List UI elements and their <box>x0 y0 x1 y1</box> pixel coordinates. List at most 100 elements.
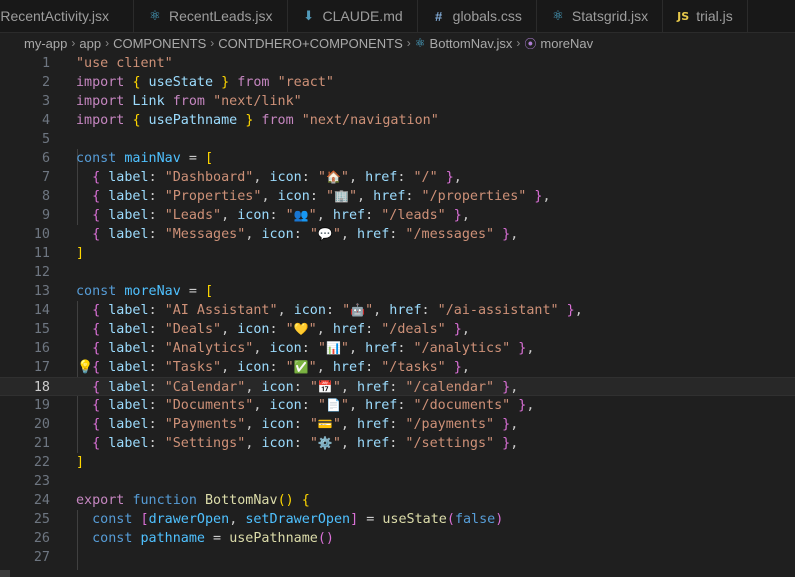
code-token: usePathname <box>140 113 246 128</box>
code-line[interactable]: 2 import { useState } from "react" <box>0 73 795 92</box>
line-number: 21 <box>33 436 50 451</box>
code-token: href <box>365 341 398 356</box>
code-token: = <box>205 531 230 546</box>
code-token: function <box>132 493 197 508</box>
code-text: { label: "Settings", icon: "⚙️", href: "… <box>76 434 518 453</box>
code-line[interactable]: 18 { label: "Calendar", icon: "📅", href:… <box>0 377 795 396</box>
code-line[interactable]: 1 "use client" <box>0 54 795 73</box>
breadcrumb-symbol[interactable]: moreNav <box>540 36 593 51</box>
code-token: , <box>245 436 262 451</box>
tab-recentleads-jsx[interactable]: ⚛ RecentLeads.jsx <box>134 0 288 32</box>
code-line[interactable]: 5 <box>0 130 795 149</box>
code-token: from <box>253 113 294 128</box>
code-line[interactable]: 27 <box>0 548 795 567</box>
css-icon: # <box>435 8 443 24</box>
code-token: useState <box>382 512 447 527</box>
code-line[interactable]: 10 { label: "Messages", icon: "💬", href:… <box>0 225 795 244</box>
code-token: const <box>76 151 117 166</box>
code-token: drawerOpen <box>148 512 230 527</box>
code-line[interactable]: 8 { label: "Properties", icon: "🏢", href… <box>0 187 795 206</box>
code-token: href <box>357 380 390 395</box>
tab-recentactivity-jsx[interactable]: RecentActivity.jsx <box>0 0 134 32</box>
code-line[interactable]: 4 import { usePathname } from "next/navig… <box>0 111 795 130</box>
code-line[interactable]: 12 <box>0 263 795 282</box>
code-line[interactable]: 21 { label: "Settings", icon: "⚙️", href… <box>0 434 795 453</box>
breadcrumb-file[interactable]: BottomNav.jsx <box>430 36 513 51</box>
code-token: [ <box>205 284 214 299</box>
horizontal-scrollbar[interactable] <box>0 570 795 577</box>
breadcrumb-item[interactable]: CONTDHERO+COMPONENTS <box>218 36 403 51</box>
code-token: label <box>100 417 149 432</box>
code-token: : <box>148 208 165 223</box>
code-line[interactable]: 11] <box>0 244 795 263</box>
code-token: { <box>92 189 101 204</box>
tab-globals-css[interactable]: # globals.css <box>418 0 537 32</box>
code-line[interactable]: 24 export function BottomNav() { <box>0 491 795 510</box>
code-token: , <box>277 303 294 318</box>
code-token: icon <box>261 227 294 242</box>
code-token: label <box>100 322 149 337</box>
code-text: { label: "Payments", icon: "💳", href: "/… <box>76 415 518 434</box>
code-token: href <box>373 189 406 204</box>
scrollbar-thumb[interactable] <box>0 570 10 577</box>
chevron-right-icon: › <box>516 36 521 50</box>
code-line[interactable]: 15 { label: "Deals", icon: "💛", href: "/… <box>0 320 795 339</box>
code-token: setDrawerOpen <box>245 512 351 527</box>
code-token: : <box>389 380 406 395</box>
code-token: label <box>100 380 149 395</box>
code-token: "/analytics" <box>413 341 511 356</box>
code-token: ] <box>76 246 85 261</box>
breadcrumb-item[interactable]: my-app <box>24 36 67 51</box>
code-token: , <box>316 322 333 337</box>
code-token: " <box>348 189 358 204</box>
breadcrumb-item[interactable]: app <box>79 36 101 51</box>
code-editor[interactable]: 1 "use client" 2 import { useState } from "… <box>0 54 795 570</box>
tab-trial-js[interactable]: JS trial.js <box>663 0 748 32</box>
code-token: href <box>357 417 390 432</box>
code-line[interactable]: 13 const moreNav = [ <box>0 282 795 301</box>
code-line[interactable]: 19 { label: "Documents", icon: "📄", href… <box>0 396 795 415</box>
code-line[interactable]: 20 { label: "Payments", icon: "💳", href:… <box>0 415 795 434</box>
code-token: "Properties" <box>164 189 262 204</box>
code-token: , <box>245 417 262 432</box>
tab-claude-md[interactable]: ⬇ CLAUDE.md <box>288 0 418 32</box>
code-token: "next/navigation" <box>301 113 439 128</box>
code-token: , <box>542 189 551 204</box>
code-token: mainNav <box>124 151 181 166</box>
code-line[interactable]: 6 const mainNav = [ <box>0 149 795 168</box>
code-line[interactable]: 3 import Link from "next/link" <box>0 92 795 111</box>
code-token: : <box>148 189 165 204</box>
code-line[interactable]: 9 { label: "Leads", icon: "👥", href: "/l… <box>0 206 795 225</box>
tab-label: RecentLeads.jsx <box>169 8 273 24</box>
breadcrumb-item[interactable]: COMPONENTS <box>113 36 206 51</box>
code-line[interactable]: 7 { label: "Dashboard", icon: "🏠", href:… <box>0 168 795 187</box>
code-text: import { usePathname } from "next/naviga… <box>76 111 439 130</box>
code-line[interactable]: 14 { label: "AI Assistant", icon: "🤖", h… <box>0 301 795 320</box>
code-token: import <box>76 113 125 128</box>
code-line[interactable]: 16 { label: "Analytics", icon: "📊", href… <box>0 339 795 358</box>
code-line[interactable]: 25 const [drawerOpen, setDrawerOpen] = u… <box>0 510 795 529</box>
code-token: , <box>526 341 535 356</box>
markdown-icon: ⬇ <box>303 8 314 23</box>
react-icon: ⚛ <box>414 36 426 50</box>
line-number: 12 <box>33 265 50 280</box>
code-token: "/" <box>413 170 438 185</box>
tab-label: Statsgrid.jsx <box>571 8 649 24</box>
code-line[interactable]: 22] <box>0 453 795 472</box>
code-text: { label: "AI Assistant", icon: "🤖", href… <box>76 301 583 320</box>
tab-label: CLAUDE.md <box>322 8 403 24</box>
tab-statsgrid-jsx[interactable]: ⚛ Statsgrid.jsx <box>537 0 664 32</box>
code-token: { <box>132 113 141 128</box>
code-line[interactable]: 26 const pathname = usePathname() <box>0 529 795 548</box>
lightbulb-icon[interactable]: 💡 <box>77 358 93 377</box>
code-token: : <box>301 341 318 356</box>
code-line[interactable]: 17 { label: "Tasks", icon: "✅", href: "/… <box>0 358 795 377</box>
code-token: "react" <box>277 75 334 90</box>
code-token: : <box>148 436 165 451</box>
code-text: const mainNav = [ <box>76 149 213 168</box>
code-line[interactable]: 23 <box>0 472 795 491</box>
code-token: from <box>229 75 270 90</box>
